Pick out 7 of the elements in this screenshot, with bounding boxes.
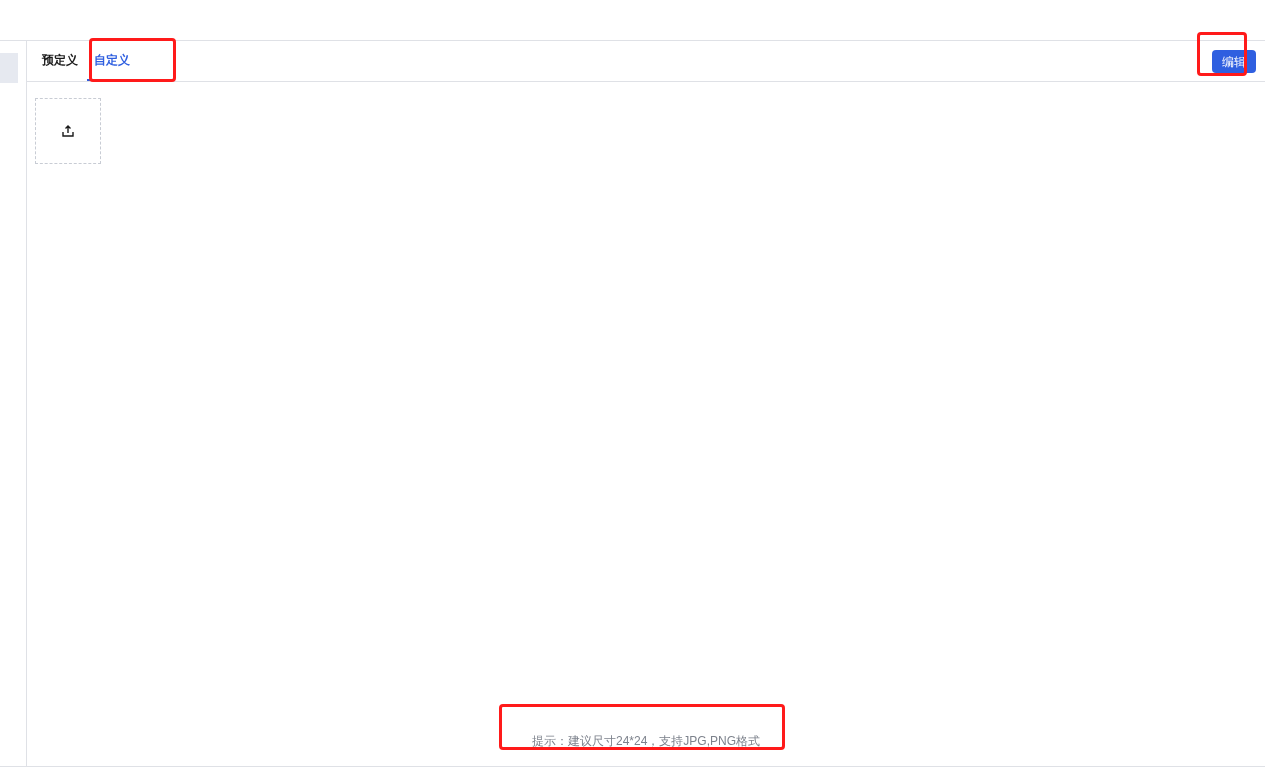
tab[interactable]: 自定义: [87, 41, 137, 81]
upload-area[interactable]: [35, 98, 101, 164]
tab[interactable]: 预定义: [35, 41, 85, 81]
hint-text: 提示：建议尺寸24*24，支持JPG,PNG格式: [531, 734, 760, 748]
edit-button[interactable]: 编辑: [1212, 50, 1256, 74]
sidebar-item[interactable]: [0, 53, 18, 83]
upload-icon: [61, 124, 75, 138]
